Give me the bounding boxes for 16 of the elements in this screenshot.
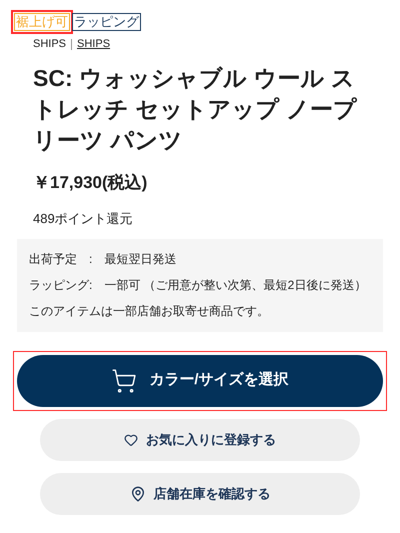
select-color-size-button[interactable]: カラー/サイズを選択 xyxy=(17,354,383,406)
info-line: ラッピング: 一部可 （ご用意が整い次第、最短2日後に発送） xyxy=(29,276,368,294)
info-line: 出荷予定 : 最短翌日発送 xyxy=(29,250,178,268)
tag: 裾上げ可 xyxy=(14,13,70,31)
product-title: SC: ウォッシャブル ウール ストレッチ セットアップ ノープリーツ パンツ xyxy=(32,64,358,154)
heart-icon xyxy=(124,432,138,446)
tag: ラッピング xyxy=(72,13,141,31)
info-line: このアイテムは一部店舗お取寄せ商品です。 xyxy=(29,302,270,320)
price: ￥17,930(税込) xyxy=(32,172,148,194)
points-label: 489ポイント還元 xyxy=(32,210,134,228)
store-stock-button[interactable]: 店舗在庫を確認する xyxy=(40,472,360,514)
brand-label: SHIPS xyxy=(33,37,66,52)
favorite-button[interactable]: お気に入りに登録する xyxy=(40,418,360,460)
brand-link[interactable]: SHIPS xyxy=(77,36,110,52)
map-pin-icon xyxy=(130,486,146,502)
cart-icon xyxy=(111,368,138,394)
